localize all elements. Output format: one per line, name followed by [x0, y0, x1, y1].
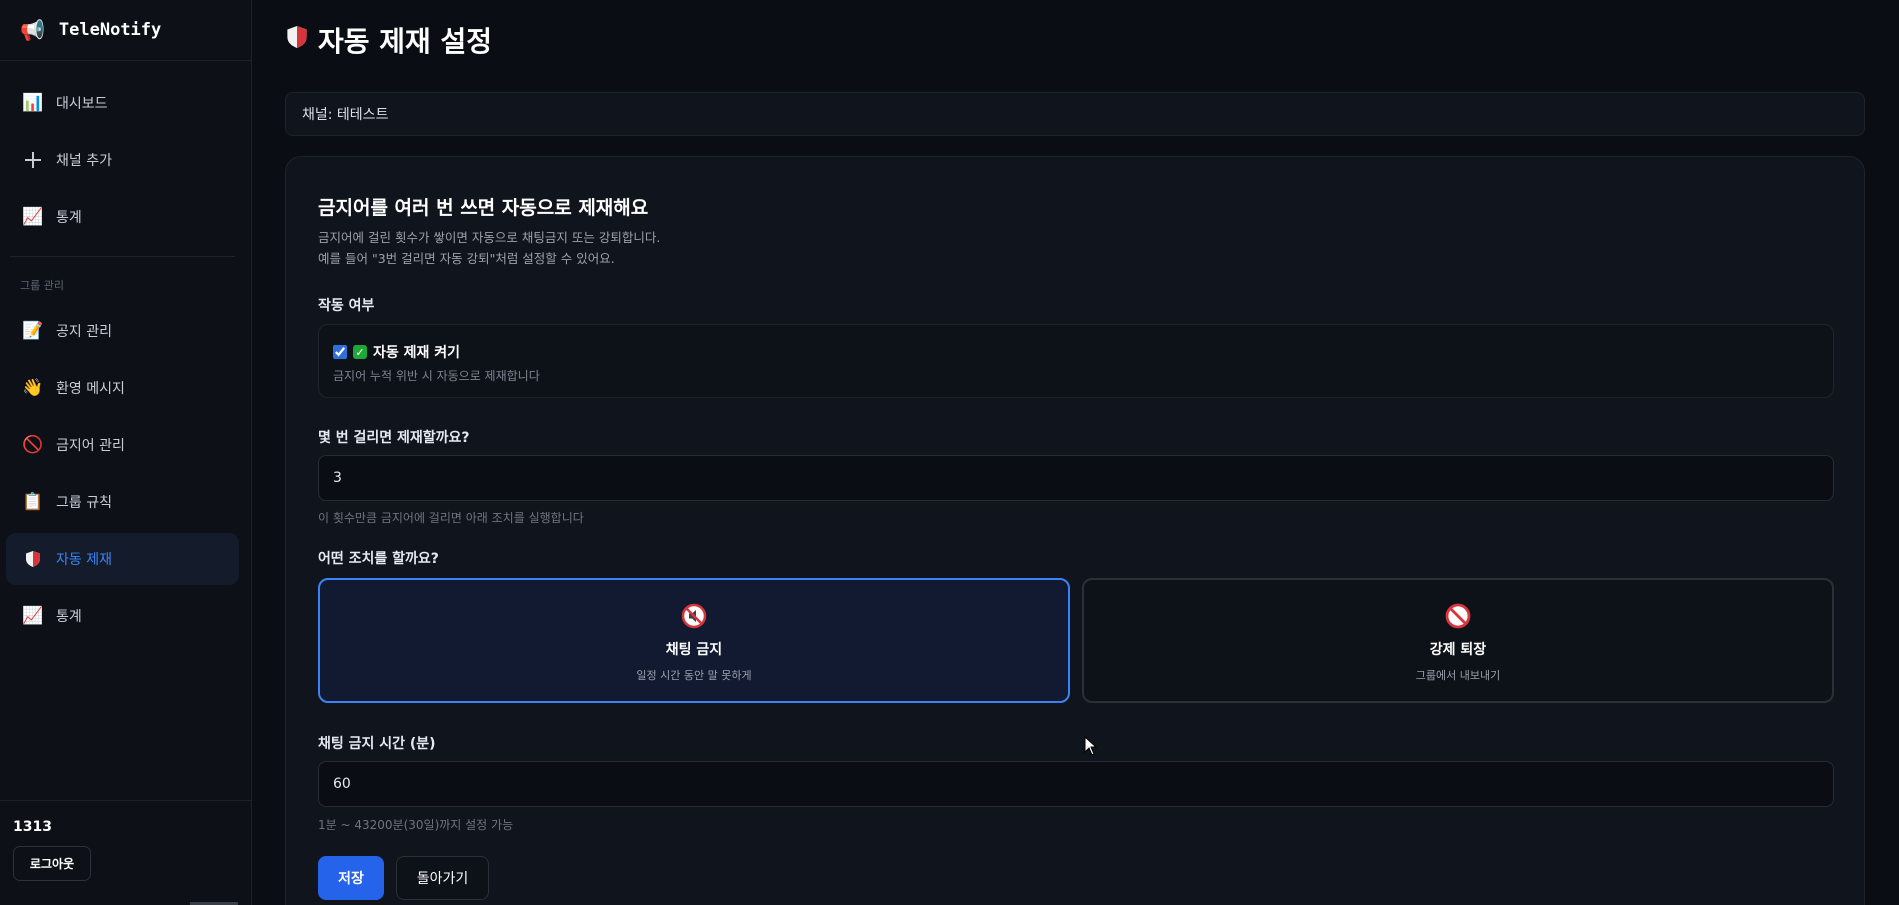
enable-label: 작동 여부 [318, 298, 375, 314]
shield-icon [22, 548, 44, 570]
sidebar-item-add-channel[interactable]: 채널 추가 [6, 134, 239, 186]
brand[interactable]: 📢 TeleNotify [0, 0, 251, 61]
channel-bar: 채널: 테테스트 [285, 92, 1865, 136]
sidebar-item-dashboard[interactable]: 📊 대시보드 [6, 77, 239, 129]
sidebar-item-label: 공지 관리 [56, 324, 112, 340]
action-label: 어떤 조치를 할까요? [318, 551, 439, 567]
duration-input[interactable] [318, 761, 1834, 807]
brand-name: TeleNotify [58, 20, 162, 40]
sidebar-item-label: 통계 [56, 210, 82, 226]
sidebar-item-banned-words[interactable]: 🚫 금지어 관리 [6, 419, 239, 471]
memo-icon: 📝 [22, 321, 44, 341]
line-chart-icon: 📈 [22, 606, 44, 626]
sidebar-item-label: 대시보드 [56, 96, 108, 112]
logout-button[interactable]: 로그아웃 [13, 846, 91, 881]
sidebar-item-label: 환영 메시지 [56, 381, 125, 397]
option-kick[interactable]: 강제 퇴장 그룹에서 내보내기 [1082, 578, 1834, 703]
sidebar-item-notices[interactable]: 📝 공지 관리 [6, 305, 239, 357]
plus-icon [22, 149, 44, 171]
sidebar-item-label: 통계 [56, 609, 82, 625]
sidebar-item-welcome[interactable]: 👋 환영 메시지 [6, 362, 239, 414]
sidebar: 📢 TeleNotify 📊 대시보드 채널 추가 📈 통계 그룹 관리 📝 공… [0, 0, 252, 905]
main-content: 자동 제재 설정 채널: 테테스트 금지어를 여러 번 쓰면 자동으로 제재해요… [252, 0, 1899, 905]
card-description-line: 금지어에 걸린 횟수가 쌓이면 자동으로 채팅금지 또는 강퇴합니다. [318, 230, 661, 245]
sidebar-footer: 1313 로그아웃 [0, 800, 252, 905]
option-chat-ban[interactable]: 채팅 금지 일정 시간 동안 말 못하게 [318, 578, 1070, 703]
sidebar-item-stats[interactable]: 📈 통계 [6, 191, 239, 243]
enable-toggle-hint: 금지어 누적 위반 시 자동으로 제재합니다 [333, 369, 540, 383]
check-mark-icon: ✓ [353, 345, 367, 359]
sidebar-item-group-stats[interactable]: 📈 통계 [6, 590, 239, 642]
waving-hand-icon: 👋 [22, 378, 44, 398]
card-title: 금지어를 여러 번 쓰면 자동으로 제재해요 [318, 197, 649, 219]
auto-sanction-card: 금지어를 여러 번 쓰면 자동으로 제재해요 금지어에 걸린 횟수가 쌓이면 자… [285, 156, 1865, 905]
page-title: 자동 제재 설정 [318, 25, 493, 58]
sidebar-divider [10, 256, 235, 257]
user-id: 1313 [13, 819, 52, 835]
sidebar-item-label: 자동 제재 [56, 552, 112, 568]
sidebar-item-label: 채널 추가 [56, 153, 112, 169]
page-header: 자동 제재 설정 [286, 20, 492, 60]
option-title: 채팅 금지 [665, 642, 723, 658]
option-description: 일정 시간 동안 말 못하게 [636, 669, 752, 682]
back-button[interactable]: 돌아가기 [396, 856, 489, 900]
threshold-input[interactable] [318, 455, 1834, 501]
muted-speaker-icon [681, 603, 707, 629]
duration-label: 채팅 금지 시간 (분) [318, 736, 436, 752]
prohibited-icon [1445, 603, 1471, 629]
threshold-label: 몇 번 걸리면 제재할까요? [318, 430, 470, 446]
bar-chart-icon: 📊 [22, 93, 44, 113]
megaphone-icon: 📢 [20, 18, 45, 42]
sidebar-item-label: 그룹 규칙 [56, 495, 112, 511]
enable-toggle-label: 자동 제재 켜기 [373, 345, 461, 361]
sidebar-item-rules[interactable]: 📋 그룹 규칙 [6, 476, 239, 528]
card-description-line: 예를 들어 "3번 걸리면 자동 강퇴"처럼 설정할 수 있어요. [318, 251, 615, 266]
enable-toggle-box: ✓ 자동 제재 켜기 금지어 누적 위반 시 자동으로 제재합니다 [318, 324, 1834, 398]
prohibited-icon: 🚫 [22, 435, 44, 455]
duration-hint: 1분 ~ 43200분(30일)까지 설정 가능 [318, 818, 514, 832]
option-title: 강제 퇴장 [1429, 642, 1487, 658]
option-description: 그룹에서 내보내기 [1415, 669, 1501, 682]
sidebar-item-auto-sanction[interactable]: 자동 제재 [6, 533, 239, 585]
sidebar-item-label: 금지어 관리 [56, 438, 125, 454]
sidebar-nav: 📊 대시보드 채널 추가 📈 통계 그룹 관리 📝 공지 관리 👋 환영 메시지… [0, 61, 251, 642]
card-description: 금지어에 걸린 횟수가 쌓이면 자동으로 채팅금지 또는 강퇴합니다. 예를 들… [318, 227, 660, 269]
threshold-hint: 이 횟수만큼 금지어에 걸리면 아래 조치를 실행합니다 [318, 511, 584, 525]
clipboard-icon: 📋 [22, 492, 44, 512]
save-button[interactable]: 저장 [318, 856, 384, 900]
line-chart-icon: 📈 [22, 207, 44, 227]
shield-icon [286, 24, 308, 56]
sidebar-group-label: 그룹 관리 [20, 279, 64, 292]
enable-checkbox[interactable] [333, 345, 347, 359]
mouse-cursor-icon [1084, 736, 1098, 756]
enable-toggle[interactable]: ✓ 자동 제재 켜기 [333, 342, 460, 362]
